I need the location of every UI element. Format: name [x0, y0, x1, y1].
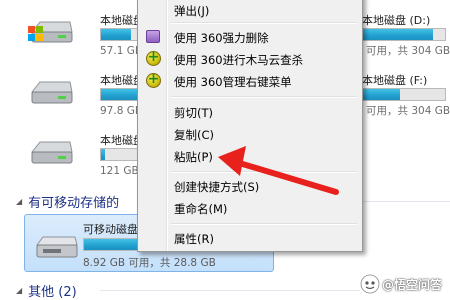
- menu-item-paste[interactable]: 粘贴(P): [140, 145, 360, 167]
- menu-item-label: 重命名(M): [174, 202, 228, 216]
- watermark-text: @悟空问答: [382, 278, 443, 292]
- 360-shield-icon: [146, 71, 162, 89]
- usage-bar-fill: [363, 29, 433, 40]
- menu-item-label: 属性(R): [174, 232, 214, 246]
- group-divider: [100, 290, 360, 291]
- menu-item-360-scan[interactable]: 使用 360进行木马云查杀: [140, 48, 360, 70]
- group-label: 有可移动存储的: [28, 196, 120, 211]
- usage-bar-fill: [101, 29, 131, 40]
- hard-disk-icon: [28, 21, 73, 43]
- menu-separator: [171, 171, 357, 173]
- 360-shield-icon: [146, 49, 162, 67]
- context-menu: 弹出(J) 使用 360强力删除 使用 360进行木马云查杀 使用 360管理右…: [137, 0, 363, 252]
- usage-bar: [83, 238, 138, 251]
- drive-info: 可用，共 304 GB: [366, 105, 450, 117]
- menu-item-label: 使用 360强力删除: [174, 31, 269, 45]
- menu-item-rename[interactable]: 重命名(M): [140, 197, 360, 219]
- usage-bar: [362, 88, 446, 101]
- usage-bar-fill: [84, 239, 137, 250]
- menu-item-label: 使用 360管理右键菜单: [174, 75, 292, 89]
- menu-item-cut[interactable]: 剪切(T): [140, 101, 360, 123]
- drive-name: 本地磁盘 (F:): [362, 74, 428, 87]
- menu-item-label: 剪切(T): [174, 106, 213, 120]
- usage-bar-fill: [363, 89, 400, 100]
- removable-disk-icon: [36, 236, 78, 258]
- menu-item-label: 复制(C): [174, 128, 215, 142]
- drive-info: 8.92 GB 可用，共 28.8 GB: [83, 257, 216, 269]
- watermark: @悟空问答: [358, 272, 448, 296]
- menu-item-label: 创建快捷方式(S): [174, 180, 260, 194]
- menu-item-360-shred[interactable]: 使用 360强力删除: [140, 26, 360, 48]
- menu-item-create-shortcut[interactable]: 创建快捷方式(S): [140, 175, 360, 197]
- menu-item-360-manage[interactable]: 使用 360管理右键菜单: [140, 70, 360, 92]
- group-other-header[interactable]: ◢ 其他 (2): [16, 281, 77, 300]
- group-label: 其他 (2): [28, 285, 77, 300]
- menu-item-label: 弹出(J): [174, 4, 210, 18]
- group-removable-header[interactable]: ◢ 有可移动存储的: [16, 192, 119, 211]
- menu-separator: [171, 96, 357, 98]
- drive-name: 可移动磁盘: [83, 223, 138, 236]
- drive-name: 本地磁盘 (D:): [362, 14, 431, 27]
- menu-item-label: 使用 360进行木马云查杀: [174, 53, 304, 67]
- drive-info: 可用，共 304 GB: [366, 45, 450, 57]
- usage-bar-fill: [101, 149, 105, 160]
- menu-separator: [171, 22, 357, 24]
- hard-disk-icon: [30, 141, 73, 164]
- usage-bar: [362, 28, 446, 41]
- menu-item-properties[interactable]: 属性(R): [140, 227, 360, 249]
- menu-item-copy[interactable]: 复制(C): [140, 123, 360, 145]
- collapse-arrow-icon[interactable]: ◢: [16, 197, 22, 206]
- shredder-icon: [146, 29, 162, 45]
- menu-item-label: 粘贴(P): [174, 150, 213, 164]
- menu-item-eject[interactable]: 弹出(J): [140, 0, 360, 21]
- collapse-arrow-icon[interactable]: ◢: [16, 286, 22, 295]
- hard-disk-icon: [30, 81, 73, 104]
- menu-separator: [171, 223, 357, 225]
- wukong-logo-icon: [360, 274, 380, 294]
